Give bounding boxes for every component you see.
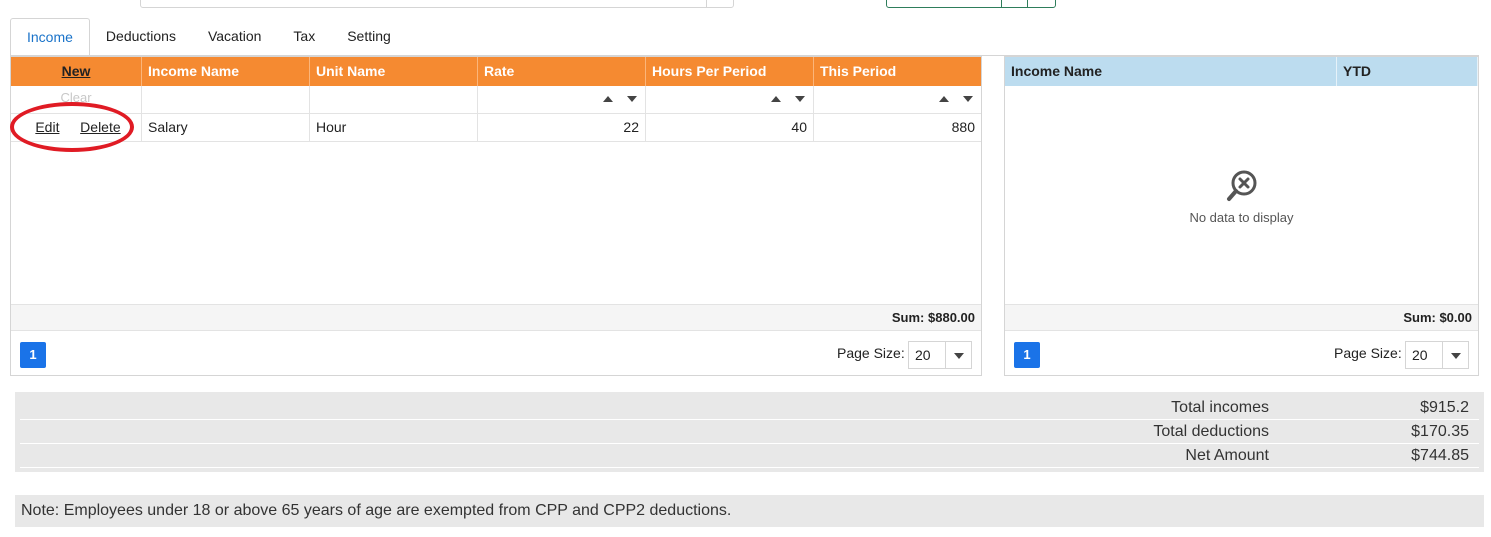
column-header-income-name[interactable]: Income Name <box>1005 57 1337 86</box>
decrement-icon[interactable] <box>963 96 973 102</box>
page-size-select[interactable]: 20 <box>1405 341 1469 369</box>
column-header-ytd[interactable]: YTD <box>1337 57 1478 86</box>
filter-rate[interactable] <box>478 86 646 113</box>
filter-cell-command: Clear <box>11 86 142 113</box>
tab-vacation[interactable]: Vacation <box>192 18 277 54</box>
empty-state: No data to display <box>1005 169 1478 225</box>
tab-strip: Income Deductions Vacation Tax Setting <box>10 18 407 57</box>
increment-icon[interactable] <box>603 96 613 102</box>
edit-button[interactable]: Edit <box>35 114 59 141</box>
total-label: Net Amount <box>1185 447 1269 464</box>
row-command-cell: Edit Delete <box>11 114 142 141</box>
filter-hours-per-period[interactable] <box>646 86 814 113</box>
page-button[interactable]: 1 <box>1014 342 1040 368</box>
total-incomes-row: Total incomes $915.2 <box>20 395 1479 420</box>
cell-unit-name: Hour <box>310 114 478 141</box>
page-size-select[interactable]: 20 <box>908 341 972 369</box>
toolbar-button-group[interactable] <box>886 0 1056 8</box>
note-text: Note: Employees under 18 or above 65 yea… <box>15 495 1484 527</box>
command-column-header: New <box>11 57 142 86</box>
cell-this-period: 880 <box>951 119 975 135</box>
button-divider <box>1027 0 1028 7</box>
income-sum: Sum: $880.00 <box>11 304 981 331</box>
net-amount-row: Net Amount $744.85 <box>20 443 1479 468</box>
button-divider <box>1001 0 1002 7</box>
income-grid: New Income Name Unit Name Rate Hours Per… <box>10 56 982 376</box>
select-divider <box>1442 342 1443 368</box>
page-size-label: Page Size: <box>837 345 905 361</box>
page-size-value: 20 <box>915 347 931 363</box>
tab-setting[interactable]: Setting <box>331 18 407 54</box>
ytd-grid-header: Income Name YTD <box>1005 57 1478 86</box>
income-pager: 1 Page Size: 20 <box>11 332 981 375</box>
page-size-label: Page Size: <box>1334 345 1402 361</box>
ytd-pager: 1 Page Size: 20 <box>1005 332 1478 375</box>
totals-panel: Total incomes $915.2 Total deductions $1… <box>15 392 1484 472</box>
new-button[interactable]: New <box>62 63 91 79</box>
filter-income-name[interactable] <box>142 86 310 113</box>
ytd-sum: Sum: $0.00 <box>1005 304 1478 331</box>
select-divider <box>945 342 946 368</box>
column-header-income-name[interactable]: Income Name <box>142 57 310 86</box>
decrement-icon[interactable] <box>627 96 637 102</box>
chevron-down-icon[interactable] <box>1451 353 1461 359</box>
search-input[interactable] <box>140 0 734 8</box>
delete-button[interactable]: Delete <box>80 114 120 141</box>
increment-icon[interactable] <box>939 96 949 102</box>
total-value: $744.85 <box>1411 447 1469 464</box>
column-header-unit-name[interactable]: Unit Name <box>310 57 478 86</box>
chevron-down-icon[interactable] <box>954 353 964 359</box>
column-header-rate[interactable]: Rate <box>478 57 646 86</box>
tab-deductions[interactable]: Deductions <box>90 18 192 54</box>
total-label: Total deductions <box>1153 423 1269 440</box>
no-data-icon <box>1226 170 1256 201</box>
total-deductions-row: Total deductions $170.35 <box>20 419 1479 444</box>
no-data-text: No data to display <box>1189 210 1294 225</box>
cell-income-name: Salary <box>142 114 310 141</box>
search-divider <box>706 0 707 7</box>
table-row[interactable]: Edit Delete Salary Hour 22 40 880 <box>11 114 981 142</box>
clear-filter-button[interactable]: Clear <box>11 90 141 105</box>
column-header-this-period[interactable]: This Period <box>814 57 981 86</box>
cell-rate: 22 <box>478 114 646 141</box>
income-grid-header: New Income Name Unit Name Rate Hours Per… <box>11 57 981 86</box>
filter-row: Clear <box>11 86 981 114</box>
filter-this-period[interactable] <box>814 86 981 113</box>
total-value: $170.35 <box>1411 423 1469 440</box>
tab-income[interactable]: Income <box>10 18 90 57</box>
total-value: $915.2 <box>1420 399 1469 416</box>
ytd-grid: Income Name YTD No data to display Sum: … <box>1004 56 1479 376</box>
page-size-value: 20 <box>1412 347 1428 363</box>
filter-unit-name[interactable] <box>310 86 478 113</box>
column-header-hours-per-period[interactable]: Hours Per Period <box>646 57 814 86</box>
page-button[interactable]: 1 <box>20 342 46 368</box>
increment-icon[interactable] <box>771 96 781 102</box>
decrement-icon[interactable] <box>795 96 805 102</box>
tab-tax[interactable]: Tax <box>277 18 331 54</box>
cell-hours-per-period: 40 <box>646 114 814 141</box>
total-label: Total incomes <box>1171 399 1269 416</box>
